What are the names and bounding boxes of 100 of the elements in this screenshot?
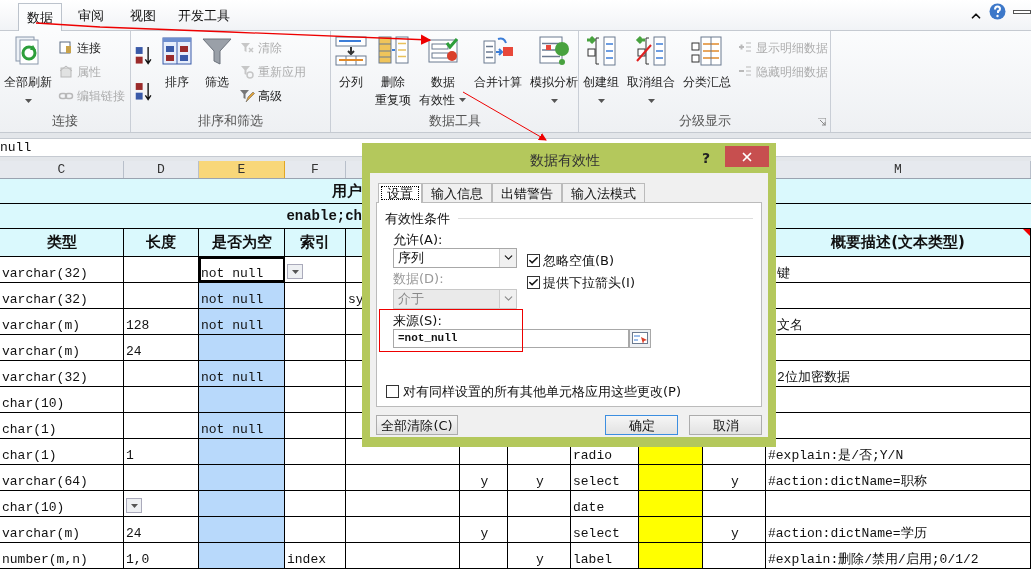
ribbon-button[interactable]: 分列 [333, 31, 369, 110]
checkbox-label: 忽略空值(B) [543, 251, 615, 270]
dialog-tab[interactable]: 输入信息 [422, 183, 492, 202]
group-label: 连接 [52, 112, 78, 131]
checkbox[interactable] [527, 253, 540, 267]
group-label: 排序和筛选 [198, 112, 263, 131]
table-cell: varchar(m) [0, 335, 124, 360]
checkbox-label: 提供下拉箭头(I) [543, 274, 635, 292]
table-cell: 1,0 [124, 543, 199, 568]
table-cell: char(10) [0, 387, 124, 412]
dropdown-button[interactable] [287, 264, 303, 279]
group-label: 数据工具 [428, 112, 481, 131]
close-button[interactable] [725, 146, 769, 167]
group-icon [585, 35, 617, 67]
ribbon-button[interactable]: 高级 [239, 85, 306, 107]
caret-icon [647, 99, 655, 103]
table-cell: varchar(64) [0, 465, 124, 490]
table-cell: select [571, 517, 639, 542]
table-cell: not null [199, 283, 285, 308]
table-cell: varchar(32) [0, 283, 124, 308]
ribbon-button[interactable]: 排序 [159, 31, 195, 110]
ribbon-button[interactable]: 数据 有效性 [417, 31, 468, 110]
table-cell: 128 [124, 309, 199, 334]
table-cell: char(1) [0, 413, 124, 438]
field-label: 允许(A): [393, 230, 444, 248]
dialog-button[interactable]: 确定 [605, 415, 678, 435]
ribbon-tab[interactable]: 开发工具 [172, 2, 236, 30]
ribbon-button[interactable]: 连接 [58, 37, 125, 59]
table-cell: 24 [124, 335, 199, 360]
header-cell: 类型 [0, 229, 124, 256]
dialog-button[interactable]: 全部清除(C) [376, 415, 458, 435]
caret-icon [291, 269, 299, 274]
select-field[interactable]: 序列 [393, 247, 517, 268]
checkbox-label: 对有同样设置的所有其他单元格应用这些更改(P) [403, 383, 681, 401]
table-cell: #explain:是/否;Y/N [766, 439, 1031, 464]
table-cell: not null [199, 257, 285, 282]
column-header[interactable]: E [199, 161, 285, 178]
field-label: 来源(S): [393, 311, 443, 329]
table-cell: #action:dictName=学历 [766, 517, 1031, 542]
header-cell: 索引 [285, 229, 346, 256]
ribbon-button[interactable]: 删除 重复项 [373, 31, 413, 110]
table-cell: select [571, 465, 639, 490]
range-picker-button[interactable] [629, 328, 651, 348]
section-label: 有效性条件 [385, 210, 450, 228]
table-cell: char(1) [0, 439, 124, 464]
table-cell: varchar(32) [0, 361, 124, 386]
advanced-filter-icon [239, 88, 255, 104]
table-cell: label [571, 543, 639, 568]
header-cell: 是否为空 [199, 229, 285, 256]
table-cell: char(10) [0, 491, 124, 516]
table-cell: varchar(m) [0, 517, 124, 542]
column-header[interactable]: F [285, 161, 346, 178]
ribbon-button[interactable]: 创建组 [581, 31, 621, 110]
table-cell: varchar(m) [0, 309, 124, 334]
source-input[interactable]: =not_null [393, 328, 629, 348]
checkbox[interactable] [527, 276, 540, 290]
text-to-columns-icon [335, 35, 367, 67]
ribbon-button[interactable]: 合并计算 [472, 31, 524, 110]
consolidate-icon [482, 35, 514, 67]
formula-input[interactable]: null [0, 137, 32, 158]
dropdown-button[interactable] [126, 498, 142, 513]
dialog-tab[interactable]: 出错警告 [492, 183, 562, 202]
ribbon-button[interactable]: 取消组合 [625, 31, 677, 110]
subtotal-icon [691, 35, 723, 67]
caret-icon [597, 99, 605, 103]
funnel-icon [201, 35, 233, 67]
ribbon-tab[interactable]: 视图 [120, 2, 166, 30]
header-cell: 长度 [124, 229, 199, 256]
help-icon[interactable] [989, 3, 1006, 20]
column-header[interactable]: C [0, 161, 124, 178]
caret-icon [130, 503, 138, 508]
ribbon-button[interactable]: 分类汇总 [681, 31, 733, 110]
ribbon-tab[interactable]: 审阅 [68, 2, 114, 30]
connections-icon [58, 40, 74, 56]
caret-icon [459, 98, 466, 102]
ungroup-icon [635, 35, 667, 67]
ribbon-button[interactable]: 模拟分析 [528, 31, 580, 110]
help-button[interactable]: ? [702, 148, 711, 169]
caret-icon [550, 99, 558, 103]
dialog-tab[interactable]: 设置 [378, 183, 422, 203]
ribbon-button[interactable]: 全部刷新 [2, 31, 54, 110]
range-picker-icon [632, 332, 648, 344]
checkbox[interactable] [386, 385, 399, 399]
dialog-tab[interactable]: 输入法模式 [562, 183, 645, 202]
caret-icon [24, 99, 32, 103]
ribbon-tab[interactable]: 数据 [18, 3, 62, 31]
table-cell: #action:dictName=职称 [766, 465, 1031, 490]
ribbon-button[interactable]: 筛选 [199, 31, 235, 110]
dialog-launcher-icon[interactable] [818, 118, 826, 126]
properties-icon [58, 64, 74, 80]
table-cell: not null [199, 413, 285, 438]
table-cell: date [571, 491, 639, 516]
reapply-filter-icon [239, 64, 255, 80]
table-cell: 24 [124, 517, 199, 542]
table-cell: not null [199, 309, 285, 334]
remove-duplicates-icon [377, 35, 409, 67]
dialog-button[interactable]: 取消 [689, 415, 762, 435]
table-cell: varchar(32) [0, 257, 124, 282]
minimize-icon[interactable] [1013, 10, 1031, 14]
group-label: 分级显示 [678, 112, 731, 131]
